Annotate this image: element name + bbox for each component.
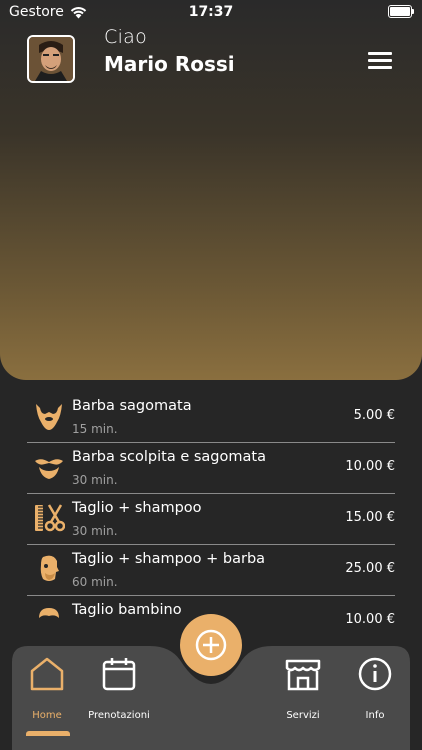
service-duration: 15 min. xyxy=(72,422,118,436)
tab-bookings[interactable]: Prenotazioni xyxy=(84,650,154,730)
tab-bookings-label: Prenotazioni xyxy=(88,710,150,721)
service-price: 10.00 € xyxy=(345,612,395,627)
service-name: Taglio bambino xyxy=(72,602,182,618)
list-item[interactable]: Taglio + shampoo + barba 60 min. 25.00 € xyxy=(27,545,395,596)
service-duration: 30 min. xyxy=(72,473,118,487)
greeting-text: Ciao xyxy=(104,26,148,48)
active-tab-indicator xyxy=(26,731,70,736)
tab-services[interactable]: Servizi xyxy=(268,650,338,730)
list-item[interactable]: Barba sagomata 15 min. 5.00 € xyxy=(27,392,395,443)
user-name: Mario Rossi xyxy=(104,52,235,76)
tab-info[interactable]: Info xyxy=(340,650,410,730)
service-price: 5.00 € xyxy=(353,408,395,423)
service-name: Taglio + shampoo + barba xyxy=(72,551,266,567)
add-booking-button[interactable] xyxy=(180,614,242,676)
status-time: 17:37 xyxy=(188,4,234,20)
list-item[interactable]: Taglio + shampoo 30 min. 15.00 € xyxy=(27,494,395,545)
tab-services-label: Servizi xyxy=(286,710,320,721)
service-name: Barba sagomata xyxy=(72,398,192,414)
comb-scissors-icon xyxy=(35,504,65,532)
avatar-photo xyxy=(29,37,73,81)
mustache-beard-icon xyxy=(35,459,63,479)
avatar[interactable] xyxy=(27,35,75,83)
bearded-head-icon xyxy=(40,555,59,581)
tab-info-label: Info xyxy=(365,710,385,721)
services-list: Barba sagomata 15 min. 5.00 € Barba scol… xyxy=(27,392,395,646)
shop-icon xyxy=(285,659,321,691)
service-name: Taglio + shampoo xyxy=(72,500,202,516)
home-icon xyxy=(30,657,64,691)
info-icon xyxy=(358,657,392,691)
service-name: Barba scolpita e sagomata xyxy=(72,449,266,465)
beard-icon xyxy=(36,404,62,430)
service-duration: 60 min. xyxy=(72,575,118,589)
plus-circle-icon xyxy=(195,629,227,661)
tab-home-label: Home xyxy=(32,710,62,721)
status-bar: Gestore 17:37 xyxy=(0,0,422,24)
tab-home[interactable]: Home xyxy=(12,650,82,730)
service-price: 25.00 € xyxy=(345,561,395,576)
battery-icon xyxy=(388,5,414,18)
child-hair-icon xyxy=(39,608,59,618)
service-price: 10.00 € xyxy=(345,459,395,474)
calendar-icon xyxy=(102,658,136,691)
service-price: 15.00 € xyxy=(345,510,395,525)
hamburger-menu-icon[interactable] xyxy=(368,50,394,70)
list-item[interactable]: Barba scolpita e sagomata 30 min. 10.00 … xyxy=(27,443,395,494)
service-duration: 30 min. xyxy=(72,524,118,538)
